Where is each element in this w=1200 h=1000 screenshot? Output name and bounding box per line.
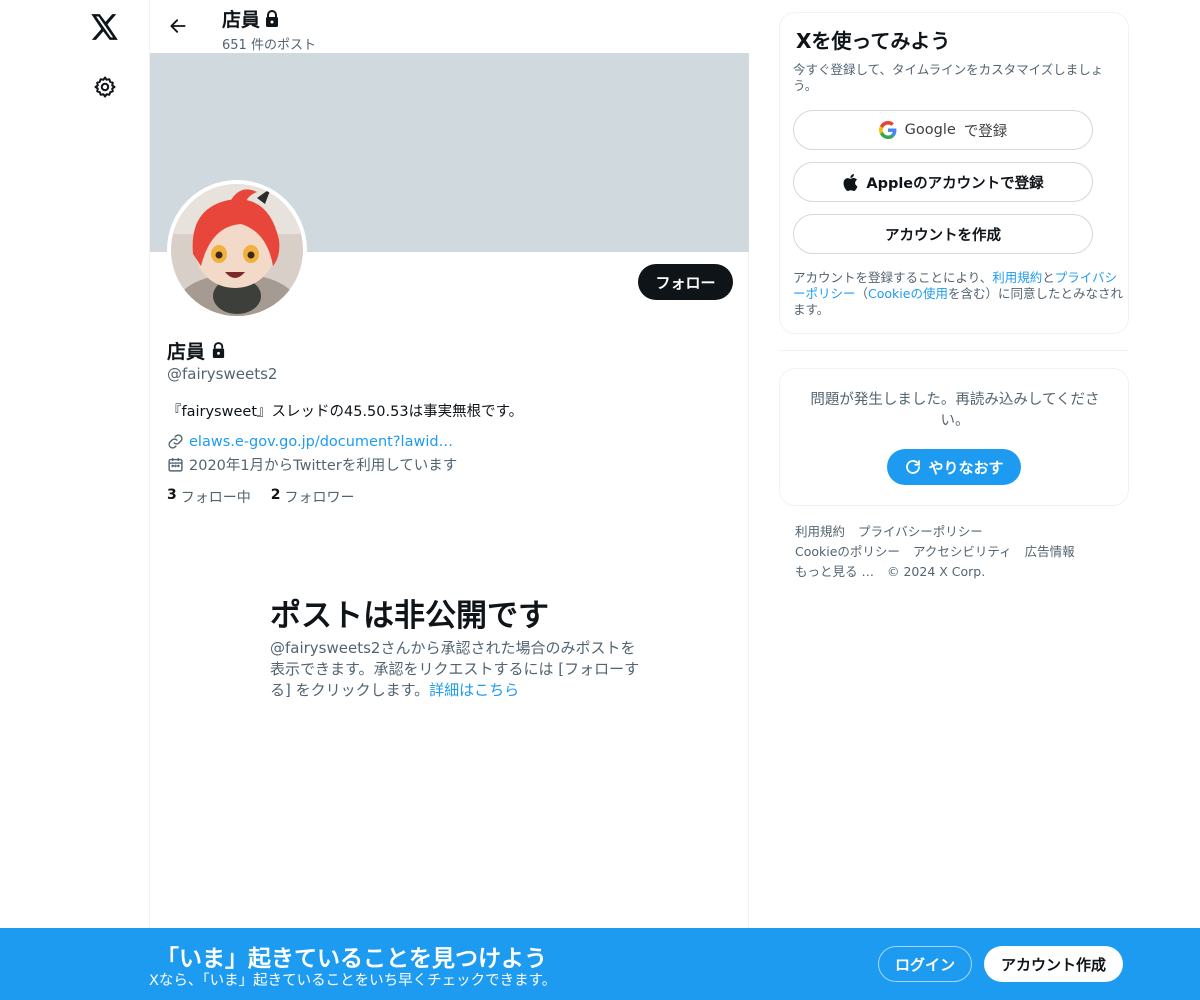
footer-more-link[interactable]: もっと見る …	[795, 562, 874, 582]
header-title: 店員	[222, 5, 280, 32]
signup-subtitle: 今すぐ登録して、タイムラインをカスタマイズしましょう。	[793, 62, 1104, 93]
profile-header: 店員 651 件のポスト	[150, 0, 749, 53]
footer-privacy-link[interactable]: プライバシーポリシー	[858, 522, 983, 542]
lock-icon	[212, 342, 225, 358]
lock-icon	[266, 9, 279, 27]
profile-display-name: 店員	[167, 341, 206, 363]
error-message: 問題が発生しました。再読み込みしてください。	[810, 392, 1100, 429]
refresh-icon	[906, 460, 921, 474]
followers-label: フォロワー	[284, 490, 355, 506]
error-card: 問題が発生しました。再読み込みしてください。 やりなおす	[779, 368, 1129, 506]
x-logo-icon[interactable]	[86, 8, 124, 46]
apple-signup-button[interactable]: Appleのアカウントで登録	[793, 162, 1093, 202]
post-count: 651 件のポスト	[222, 38, 316, 53]
following-count: 3	[167, 487, 177, 503]
profile-stats: 3 フォロー中 2 フォロワー	[167, 487, 355, 507]
signup-card: Xを使ってみよう 今すぐ登録して、タイムラインをカスタマイズしましょう。 Goo…	[779, 12, 1129, 334]
bottom-signup-bar: 「いま」起きていることを見つけよう Xなら、「いま」起きていることをいち早くチェ…	[0, 928, 1200, 1000]
gear-icon[interactable]	[88, 70, 122, 104]
apple-signup-label: Appleのアカウントで登録	[866, 175, 1044, 192]
followers-count: 2	[270, 487, 281, 503]
retry-button[interactable]: やりなおす	[887, 449, 1021, 485]
cookie-link[interactable]: Cookieの使用	[868, 286, 948, 301]
terms-link[interactable]: 利用規約	[992, 270, 1042, 285]
bottom-bar-subtitle: Xなら、「いま」起きていることをいち早くチェックできます。	[149, 973, 557, 989]
profile-bio: 『fairysweet』スレッドの45.50.53は事実無根です。	[167, 404, 524, 420]
bottom-create-account-button[interactable]: アカウント作成	[984, 946, 1123, 982]
footer-links: 利用規約 プライバシーポリシー Cookieのポリシー アクセシビリティ 広告情…	[795, 522, 1125, 582]
google-icon	[878, 121, 897, 139]
avatar[interactable]	[167, 180, 307, 320]
profile-handle: @fairysweets2	[167, 365, 278, 383]
private-title: ポストは非公開です	[270, 598, 549, 634]
following-stat[interactable]: 3 フォロー中	[167, 487, 251, 507]
footer-ads-link[interactable]: 広告情報	[1025, 542, 1075, 562]
profile-link[interactable]: elaws.e-gov.go.jp/document?lawid…	[189, 434, 453, 450]
profile-column: 店員 651 件のポスト フォロー 店員 @fairysweets2 『fair…	[149, 0, 749, 1000]
login-button[interactable]: ログイン	[878, 946, 972, 982]
arrow-left-icon	[170, 19, 186, 33]
signup-terms: アカウントを登録することにより、利用規約とプライバシーポリシー（Cookieの使…	[793, 270, 1123, 318]
signup-title: Xを使ってみよう	[796, 29, 951, 53]
google-signup-label: で登録	[963, 123, 1008, 140]
google-signup-button[interactable]: Google で登録	[793, 110, 1093, 150]
followers-stat[interactable]: 2 フォロワー	[271, 487, 355, 507]
footer-copyright: © 2024 X Corp.	[886, 564, 986, 579]
apple-icon	[843, 173, 858, 191]
profile-url: elaws.e-gov.go.jp/document?lawid…	[167, 433, 453, 450]
right-divider	[779, 350, 1129, 351]
profile-joined: 2020年1月からTwitterを利用しています	[167, 454, 457, 475]
joined-text: 2020年1月からTwitterを利用しています	[189, 458, 458, 474]
left-nav	[0, 0, 150, 1000]
footer-accessibility-link[interactable]: アクセシビリティ	[913, 542, 1012, 562]
link-icon	[168, 434, 183, 449]
create-account-button[interactable]: アカウントを作成	[793, 214, 1093, 254]
terms-open-paren: （	[855, 286, 869, 301]
following-label: フォロー中	[180, 490, 251, 506]
terms-and: と	[1042, 270, 1055, 285]
follow-button[interactable]: フォロー	[638, 264, 733, 300]
private-description: @fairysweets2さんから承認された場合のみポストを表示できます。承認を…	[270, 638, 640, 701]
google-brand-label: Google	[904, 122, 956, 138]
bottom-bar-title: 「いま」起きていることを見つけよう	[156, 946, 547, 972]
retry-label: やりなおす	[928, 458, 1004, 477]
footer-cookie-link[interactable]: Cookieのポリシー	[795, 542, 900, 562]
terms-prefix: アカウントを登録することにより、	[793, 270, 993, 285]
profile-name: 店員	[167, 337, 226, 364]
footer-terms-link[interactable]: 利用規約	[795, 522, 845, 542]
calendar-icon	[168, 458, 183, 472]
learn-more-link[interactable]: 詳細はこちら	[429, 681, 519, 699]
back-button[interactable]	[162, 10, 194, 42]
header-name: 店員	[222, 9, 261, 31]
